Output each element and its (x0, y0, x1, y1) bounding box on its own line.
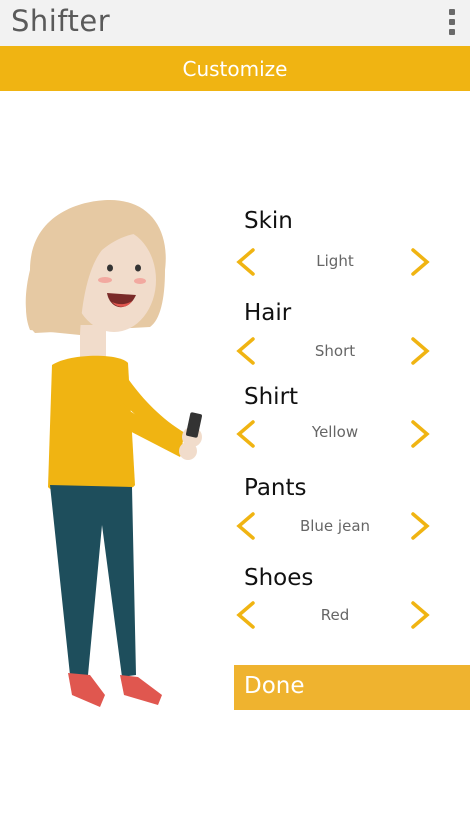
app-bar: Shifter (0, 0, 470, 46)
customize-banner: Customize (0, 46, 470, 91)
option-value-shoes: Red (320, 606, 350, 624)
next-shoes-arrow-icon[interactable] (408, 600, 432, 630)
previous-pants-arrow-icon[interactable] (234, 511, 258, 541)
next-pants-arrow-icon[interactable] (408, 511, 432, 541)
previous-shoes-arrow-icon[interactable] (234, 600, 258, 630)
option-value-hair: Short (314, 342, 356, 360)
previous-shirt-arrow-icon[interactable] (234, 419, 258, 449)
previous-skin-arrow-icon[interactable] (234, 247, 258, 277)
done-button[interactable]: Done (234, 665, 470, 710)
option-value-skin: Light (316, 252, 354, 270)
option-label-shoes: Shoes (244, 565, 314, 591)
previous-hair-arrow-icon[interactable] (234, 336, 258, 366)
option-label-skin: Skin (244, 208, 293, 234)
page-title: Customize (182, 57, 288, 81)
option-label-hair: Hair (244, 300, 292, 326)
option-label-pants: Pants (244, 475, 307, 501)
overflow-menu-icon[interactable] (448, 9, 456, 39)
option-value-shirt: Yellow (311, 423, 359, 441)
next-hair-arrow-icon[interactable] (408, 336, 432, 366)
next-skin-arrow-icon[interactable] (408, 247, 432, 277)
character-illustration (25, 200, 202, 707)
option-label-shirt: Shirt (244, 384, 299, 410)
app-title: Shifter (11, 4, 111, 38)
done-button-label: Done (244, 673, 305, 699)
option-value-pants: Blue jean (299, 517, 371, 535)
next-shirt-arrow-icon[interactable] (408, 419, 432, 449)
